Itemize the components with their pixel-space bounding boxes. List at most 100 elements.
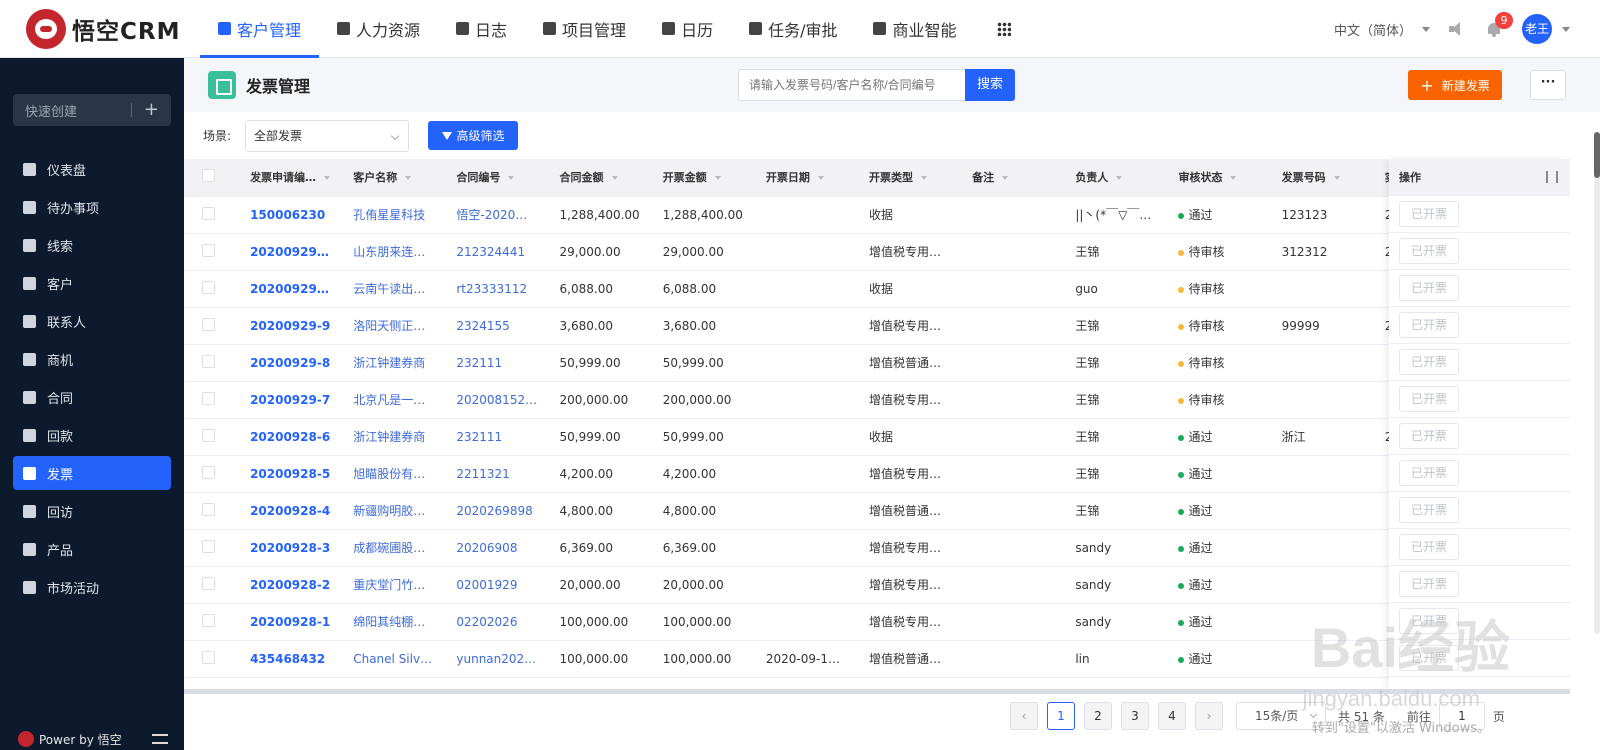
cell-customer[interactable]: 云南午读出… — [343, 270, 447, 308]
new-invoice-button[interactable]: + 新建发票 — [1408, 70, 1502, 100]
table-row[interactable]: 20200929-7 北京凡是一… 202008152… 200,000.00 200,… — [184, 381, 1570, 419]
column-header[interactable]: 审核状态 — [1168, 159, 1272, 197]
cell-customer[interactable]: Chanel Silv… — [343, 640, 447, 678]
cell-id[interactable]: 20200929-8 — [240, 344, 344, 382]
column-header[interactable]: 开票类型 — [859, 159, 963, 197]
column-header[interactable]: 发票申请编… — [240, 159, 344, 197]
row-checkbox[interactable] — [202, 280, 215, 294]
invoiced-button[interactable]: 已开票 — [1399, 349, 1459, 375]
nav-item-4[interactable]: 日历 — [644, 0, 731, 58]
cell-id[interactable]: 20200928-3 — [240, 529, 344, 567]
invoiced-button[interactable]: 已开票 — [1399, 275, 1459, 301]
table-row[interactable]: 20200929-9 洛阳天侧正… 2324155 3,680.00 3,680.00 增… — [184, 307, 1570, 345]
cell-contract[interactable]: 02202026 — [446, 603, 550, 641]
row-checkbox[interactable] — [202, 576, 215, 590]
cell-contract[interactable]: rt23333112 — [446, 270, 550, 308]
table-row[interactable]: 20200928-4 新疆购明胶… 2020269898 4,800.00 4,800.… — [184, 492, 1570, 530]
cell-contract[interactable]: 2324155 — [446, 307, 550, 345]
cell-customer[interactable]: 成都碗圃股… — [343, 529, 447, 567]
cell-id[interactable]: 20200928-4 — [240, 492, 344, 530]
search-input[interactable] — [738, 69, 966, 101]
sort-icon[interactable] — [817, 176, 824, 181]
table-row[interactable]: 20200929-11 山东朋来连… 212324441 29,000.00 29,00… — [184, 233, 1570, 271]
cell-id[interactable]: 20200929-10 — [240, 270, 344, 308]
invoiced-button[interactable]: 已开票 — [1399, 201, 1459, 227]
nav-item-1[interactable]: 人力资源 — [319, 0, 438, 58]
invoiced-button[interactable]: 已开票 — [1399, 312, 1459, 338]
table-row[interactable]: 20200929-10 云南午读出… rt23333112 6,088.00 6,088… — [184, 270, 1570, 308]
cell-customer[interactable]: 绵阳其纯棚… — [343, 603, 447, 641]
cell-contract[interactable]: 212324441 — [446, 233, 550, 271]
more-button[interactable]: ··· — [1530, 70, 1566, 100]
quick-create-button[interactable]: 快速创建 + — [13, 94, 171, 126]
cell-contract[interactable]: 02001929 — [446, 566, 550, 604]
page-button-1[interactable]: 1 — [1047, 702, 1075, 730]
row-checkbox[interactable] — [202, 428, 215, 442]
sort-icon[interactable] — [921, 176, 927, 181]
cell-id[interactable]: 150006230 — [240, 196, 344, 234]
cell-customer[interactable]: 洛阳天侧正… — [343, 307, 447, 345]
column-header[interactable]: 发票号码 — [1271, 159, 1375, 197]
next-page-button[interactable]: › — [1195, 702, 1223, 730]
row-checkbox[interactable] — [202, 354, 215, 368]
cell-customer[interactable]: 重庆堂门竹… — [343, 566, 447, 604]
cell-customer[interactable]: 旭瞄股份有… — [343, 455, 447, 493]
table-row[interactable]: 20200928-2 重庆堂门竹… 02001929 20,000.00 20,000.… — [184, 566, 1570, 604]
sidebar-item-2[interactable]: 线索 — [13, 228, 171, 262]
column-header[interactable]: 负责人 — [1065, 159, 1169, 197]
chevron-down-icon[interactable] — [1562, 26, 1570, 32]
row-checkbox[interactable] — [202, 317, 215, 331]
nav-item-3[interactable]: 项目管理 — [525, 0, 644, 58]
cell-id[interactable]: 20200928-2 — [240, 566, 344, 604]
cell-contract[interactable]: 232111 — [446, 344, 550, 382]
sort-icon[interactable] — [508, 176, 515, 181]
sidebar-item-0[interactable]: 仪表盘 — [13, 152, 171, 186]
invoiced-button[interactable]: 已开票 — [1399, 238, 1459, 264]
row-checkbox[interactable] — [202, 613, 215, 627]
language-selector[interactable]: 中文（简体） — [1334, 20, 1412, 39]
table-row[interactable]: 20200928-3 成都碗圃股… 20206908 6,369.00 6,369.00… — [184, 529, 1570, 567]
cell-id[interactable]: 20200928-5 — [240, 455, 344, 493]
column-header[interactable]: 备注 — [962, 159, 1066, 197]
sidebar-item-5[interactable]: 商机 — [13, 342, 171, 376]
invoiced-button[interactable]: 已开票 — [1399, 460, 1459, 486]
prev-page-button[interactable]: ‹ — [1010, 702, 1038, 730]
invoiced-button[interactable]: 已开票 — [1399, 423, 1459, 449]
sidebar-item-1[interactable]: 待办事项 — [13, 190, 171, 224]
cell-contract[interactable]: 202008152… — [446, 381, 550, 419]
table-row[interactable]: 20200929-8 浙江钟建券商 232111 50,999.00 50,999.00… — [184, 344, 1570, 382]
sidebar-item-6[interactable]: 合同 — [13, 380, 171, 414]
cell-customer[interactable]: 北京凡是一… — [343, 381, 447, 419]
bell-icon[interactable]: 9 — [1486, 11, 1513, 38]
cell-customer[interactable]: 浙江钟建券商 — [343, 344, 447, 382]
cell-customer[interactable]: 山东朋来连… — [343, 233, 447, 271]
collapse-sidebar-icon[interactable] — [152, 734, 168, 744]
cell-contract[interactable]: 232111 — [446, 418, 550, 456]
row-checkbox[interactable] — [202, 502, 215, 516]
speaker-icon[interactable] — [1448, 21, 1464, 37]
select-all-checkbox[interactable] — [202, 169, 215, 183]
row-checkbox[interactable] — [202, 391, 215, 405]
invoiced-button[interactable]: 已开票 — [1399, 534, 1459, 560]
sidebar-item-11[interactable]: 市场活动 — [13, 570, 171, 604]
sort-icon[interactable] — [611, 176, 618, 181]
row-checkbox[interactable] — [202, 243, 215, 257]
row-checkbox[interactable] — [202, 465, 215, 479]
page-button-3[interactable]: 3 — [1121, 702, 1149, 730]
table-row[interactable]: 150006230 孔侑星星科技 悟空-2020… 1,288,400.00 1,288… — [184, 196, 1570, 234]
row-checkbox[interactable] — [202, 650, 215, 664]
search-button[interactable]: 搜索 — [965, 69, 1015, 101]
invoiced-button[interactable]: 已开票 — [1399, 571, 1459, 597]
row-checkbox[interactable] — [202, 206, 215, 220]
column-header[interactable]: 开票金额 — [652, 159, 756, 197]
column-settings-icon[interactable] — [1546, 171, 1558, 183]
plus-icon[interactable]: + — [130, 101, 159, 119]
cell-contract[interactable]: 20206908 — [446, 529, 550, 567]
sidebar-item-7[interactable]: 回款 — [13, 418, 171, 452]
cell-contract[interactable]: yunnan202… — [446, 640, 550, 678]
cell-id[interactable]: 20200928-6 — [240, 418, 344, 456]
sort-icon[interactable] — [1116, 176, 1123, 181]
cell-id[interactable]: 20200929-7 — [240, 381, 344, 419]
nav-item-5[interactable]: 任务/审批 — [731, 0, 855, 58]
cell-contract[interactable]: 2020269898 — [446, 492, 550, 530]
